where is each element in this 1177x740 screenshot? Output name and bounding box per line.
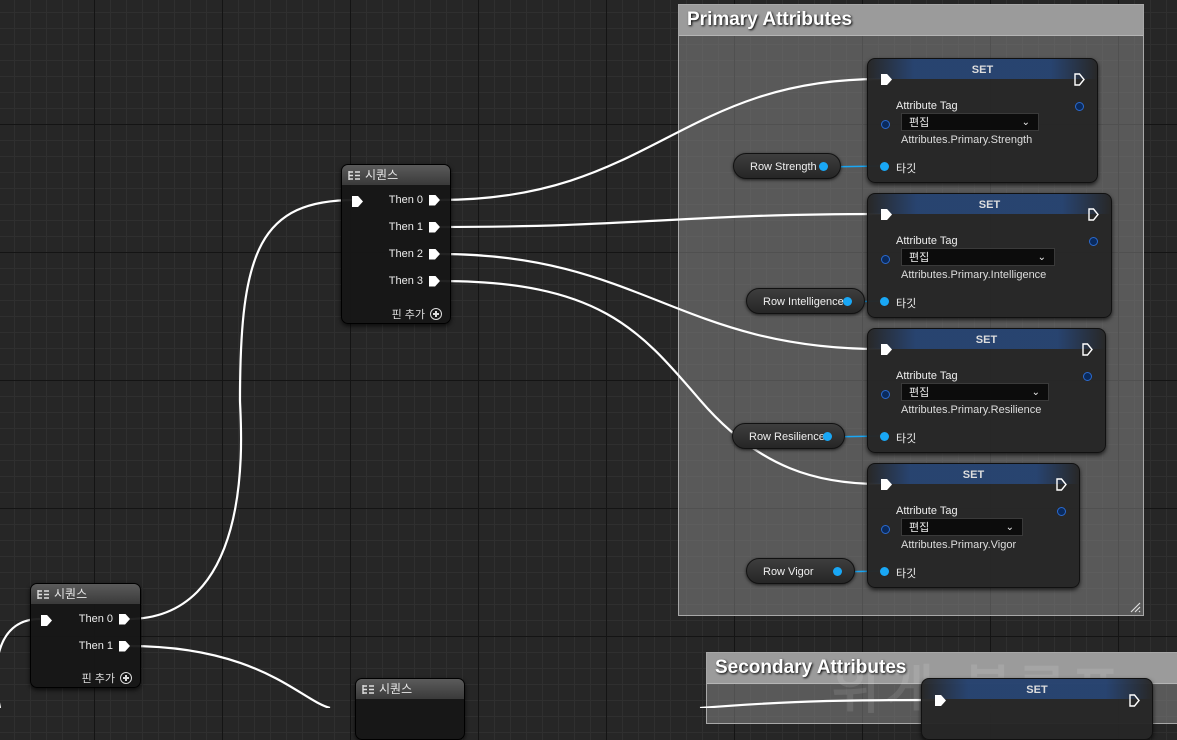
chevron-down-icon: ⌄ <box>1021 117 1030 128</box>
exec-out-pin-icon[interactable] <box>1082 343 1093 356</box>
attribute-tag-label: Attribute Tag <box>896 100 958 112</box>
chevron-down-icon: ⌄ <box>1005 522 1014 533</box>
exec-out-pin-icon[interactable] <box>1088 208 1099 221</box>
object-pin-icon[interactable] <box>833 567 842 576</box>
exec-pin-icon[interactable] <box>429 275 440 287</box>
chevron-down-icon: ⌄ <box>1037 252 1046 263</box>
output-pin-icon[interactable] <box>1057 507 1066 516</box>
pin-label: Then 2 <box>388 248 423 260</box>
target-label: 타깃 <box>896 433 917 445</box>
tag-value: Attributes.Primary.Intelligence <box>901 269 1047 281</box>
dropdown-value: 편집 <box>909 117 930 129</box>
exec-pin-icon[interactable] <box>429 194 440 206</box>
set-header: SET <box>922 679 1152 699</box>
exec-wire <box>127 198 356 621</box>
attribute-tag-label: Attribute Tag <box>896 505 958 517</box>
object-pin-icon[interactable] <box>819 162 828 171</box>
sequence-icon <box>37 589 49 599</box>
attribute-tag-dropdown[interactable]: 편집 ⌄ <box>901 113 1039 131</box>
attribute-tag-dropdown[interactable]: 편집 ⌄ <box>901 248 1055 266</box>
exec-pin-icon[interactable] <box>41 615 52 626</box>
set-node-secondary[interactable]: SET <box>921 678 1153 740</box>
pin-label: Then 0 <box>78 613 113 625</box>
exec-pin-icon[interactable] <box>119 613 130 625</box>
sequence-icon <box>348 170 360 180</box>
exec-out-pin-icon[interactable] <box>1074 73 1085 86</box>
object-pin-icon[interactable] <box>881 390 890 399</box>
comment-title[interactable]: Primary Attributes <box>679 5 1143 36</box>
variable-label: Row Intelligence <box>763 296 844 308</box>
exec-out-pin-icon[interactable] <box>1129 694 1140 707</box>
variable-row-resilience[interactable]: Row Resilience <box>732 423 845 449</box>
node-title: 시퀀스 <box>54 587 88 601</box>
add-pin-icon[interactable] <box>120 672 132 684</box>
tag-value: Attributes.Primary.Strength <box>901 134 1033 146</box>
tag-value: Attributes.Primary.Resilience <box>901 404 1042 416</box>
add-pin-label: 핀 추가 <box>81 673 115 685</box>
variable-row-vigor[interactable]: Row Vigor <box>746 558 855 584</box>
sequence-icon <box>362 684 374 694</box>
exec-pin-icon[interactable] <box>429 248 440 260</box>
attribute-tag-label: Attribute Tag <box>896 370 958 382</box>
variable-label: Row Resilience <box>749 431 825 443</box>
add-pin-button[interactable]: 핀 추가 <box>82 670 132 686</box>
set-node-strength[interactable]: SET Attribute Tag 편집 ⌄ Attributes.Primar… <box>867 58 1098 183</box>
pin-label: Then 0 <box>388 194 423 206</box>
output-pin-icon[interactable] <box>1075 102 1084 111</box>
node-title: 시퀀스 <box>379 682 413 696</box>
variable-row-strength[interactable]: Row Strength <box>733 153 841 179</box>
add-pin-icon[interactable] <box>430 308 442 320</box>
object-pin-icon[interactable] <box>880 567 889 576</box>
output-pin-icon[interactable] <box>1089 237 1098 246</box>
variable-row-intelligence[interactable]: Row Intelligence <box>746 288 865 314</box>
object-pin-icon[interactable] <box>823 432 832 441</box>
set-node-intelligence[interactable]: SET Attribute Tag 편집 ⌄ Attributes.Primar… <box>867 193 1112 318</box>
set-node-vigor[interactable]: SET Attribute Tag 편집 ⌄ Attributes.Primar… <box>867 463 1080 588</box>
target-label: 타깃 <box>896 568 917 580</box>
output-pin-icon[interactable] <box>1083 372 1092 381</box>
variable-label: Row Strength <box>750 161 817 173</box>
attribute-tag-dropdown[interactable]: 편집 ⌄ <box>901 383 1049 401</box>
set-header: SET <box>868 329 1105 349</box>
sequence-node[interactable]: 시퀀스 <box>355 678 465 740</box>
node-title: 시퀀스 <box>365 168 399 182</box>
object-pin-icon[interactable] <box>880 162 889 171</box>
tag-value: Attributes.Primary.Vigor <box>901 539 1017 551</box>
exec-pin-icon[interactable] <box>119 640 130 652</box>
exec-pin-icon[interactable] <box>352 196 363 207</box>
set-header: SET <box>868 194 1111 214</box>
attribute-tag-label: Attribute Tag <box>896 235 958 247</box>
sequence-node[interactable]: 시퀀스 Then 0 Then 1 핀 추가 <box>30 583 141 688</box>
pin-label: Then 1 <box>388 221 423 233</box>
add-pin-label: 핀 추가 <box>391 309 425 321</box>
set-node-resilience[interactable]: SET Attribute Tag 편집 ⌄ Attributes.Primar… <box>867 328 1106 453</box>
exec-pin-icon[interactable] <box>429 221 440 233</box>
pin-label: Then 3 <box>388 275 423 287</box>
dropdown-value: 편집 <box>909 252 930 264</box>
target-label: 타깃 <box>896 298 917 310</box>
object-pin-icon[interactable] <box>881 255 890 264</box>
object-pin-icon[interactable] <box>843 297 852 306</box>
dropdown-value: 편집 <box>909 387 930 399</box>
object-pin-icon[interactable] <box>880 297 889 306</box>
exec-out-pin-icon[interactable] <box>1056 478 1067 491</box>
exec-wire <box>127 644 331 708</box>
sequence-node[interactable]: 시퀀스 Then 0 Then 1 Then 2 Then 3 핀 추가 <box>341 164 451 324</box>
attribute-tag-dropdown[interactable]: 편집 ⌄ <box>901 518 1023 536</box>
add-pin-button[interactable]: 핀 추가 <box>392 306 442 322</box>
object-pin-icon[interactable] <box>880 432 889 441</box>
variable-label: Row Vigor <box>763 566 814 578</box>
dropdown-value: 편집 <box>909 522 930 534</box>
target-label: 타깃 <box>896 163 917 175</box>
pin-label: Then 1 <box>78 640 113 652</box>
object-pin-icon[interactable] <box>881 120 890 129</box>
object-pin-icon[interactable] <box>881 525 890 534</box>
set-header: SET <box>868 464 1079 484</box>
resize-grip-icon[interactable] <box>1129 601 1141 613</box>
set-header: SET <box>868 59 1097 79</box>
chevron-down-icon: ⌄ <box>1031 387 1040 398</box>
